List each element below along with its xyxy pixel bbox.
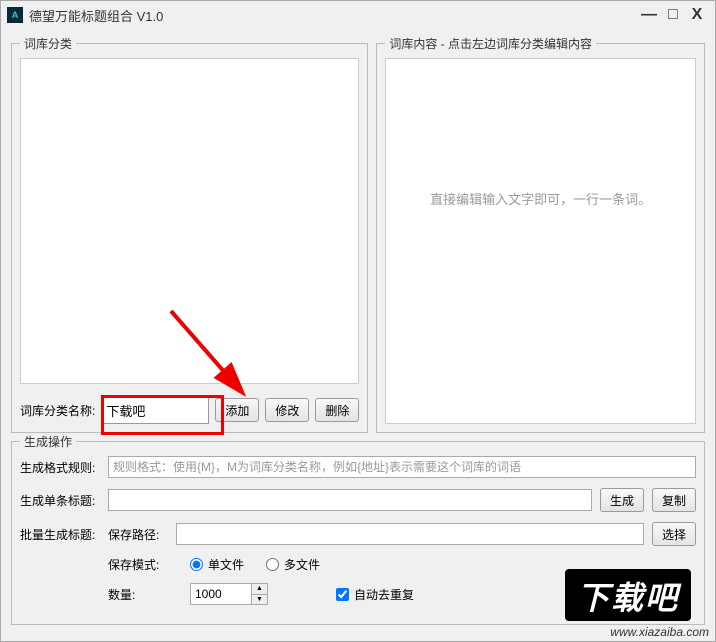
app-window: A 德望万能标题组合 V1.0 — □ X 词库分类 词库分类名称: 添加 修改… [0, 0, 716, 642]
save-mode-label: 保存模式: [108, 556, 168, 573]
mode-single-text: 单文件 [208, 556, 244, 573]
maximize-button[interactable]: □ [661, 6, 685, 24]
dedup-option[interactable]: 自动去重复 [336, 586, 414, 603]
qty-input[interactable] [191, 584, 251, 604]
qty-label: 数量: [108, 586, 168, 603]
format-label: 生成格式规则: [20, 459, 100, 476]
category-actions: 词库分类名称: 添加 修改 删除 [20, 396, 359, 424]
minimize-button[interactable]: — [637, 6, 661, 24]
add-button[interactable]: 添加 [215, 398, 259, 422]
batch-row: 批量生成标题: 保存路径: 选择 [20, 522, 696, 546]
window-title: 德望万能标题组合 V1.0 [29, 6, 637, 25]
qty-up-icon[interactable]: ▲ [252, 584, 267, 595]
content-groupbox: 词库内容 - 点击左边词库分类编辑内容 直接编辑输入文字即可，一行一条词。 [376, 35, 705, 433]
top-row: 词库分类 词库分类名称: 添加 修改 删除 词库内容 - 点击左边词库分类编辑内… [11, 35, 705, 433]
generate-legend: 生成操作 [20, 433, 76, 450]
generate-groupbox: 生成操作 生成格式规则: 生成单条标题: 生成 复制 批量生成标题: 保存路径:… [11, 433, 705, 625]
copy-button[interactable]: 复制 [652, 488, 696, 512]
batch-label: 批量生成标题: [20, 526, 100, 543]
edit-button[interactable]: 修改 [265, 398, 309, 422]
generate-button[interactable]: 生成 [600, 488, 644, 512]
format-input[interactable] [108, 456, 696, 478]
content-legend: 词库内容 - 点击左边词库分类编辑内容 [385, 35, 596, 52]
category-list[interactable] [20, 58, 359, 384]
single-title-input[interactable] [108, 489, 592, 511]
mode-multi-option[interactable]: 多文件 [266, 556, 320, 573]
mode-multi-radio[interactable] [266, 558, 279, 571]
category-name-input[interactable] [101, 396, 209, 424]
choose-path-button[interactable]: 选择 [652, 522, 696, 546]
titlebar: A 德望万能标题组合 V1.0 — □ X [1, 1, 715, 29]
single-label: 生成单条标题: [20, 492, 100, 509]
mode-single-radio[interactable] [190, 558, 203, 571]
category-groupbox: 词库分类 词库分类名称: 添加 修改 删除 [11, 35, 368, 433]
mode-multi-text: 多文件 [284, 556, 320, 573]
save-mode-row: 保存模式: 单文件 多文件 [108, 556, 696, 573]
format-row: 生成格式规则: [20, 456, 696, 478]
delete-button[interactable]: 删除 [315, 398, 359, 422]
save-path-input[interactable] [176, 523, 644, 545]
dedup-checkbox[interactable] [336, 588, 349, 601]
save-path-label: 保存路径: [108, 526, 168, 543]
qty-row: 数量: ▲ ▼ 自动去重复 [108, 583, 696, 605]
content-placeholder: 直接编辑输入文字即可，一行一条词。 [430, 189, 651, 208]
single-row: 生成单条标题: 生成 复制 [20, 488, 696, 512]
close-button[interactable]: X [685, 6, 709, 24]
qty-spinner[interactable]: ▲ ▼ [190, 583, 268, 605]
category-name-label: 词库分类名称: [20, 402, 95, 419]
mode-single-option[interactable]: 单文件 [190, 556, 244, 573]
dedup-text: 自动去重复 [354, 586, 414, 603]
content-area: 词库分类 词库分类名称: 添加 修改 删除 词库内容 - 点击左边词库分类编辑内… [1, 29, 715, 635]
qty-down-icon[interactable]: ▼ [252, 595, 267, 605]
app-icon: A [7, 7, 23, 23]
category-legend: 词库分类 [20, 35, 76, 52]
content-textarea[interactable]: 直接编辑输入文字即可，一行一条词。 [385, 58, 696, 424]
